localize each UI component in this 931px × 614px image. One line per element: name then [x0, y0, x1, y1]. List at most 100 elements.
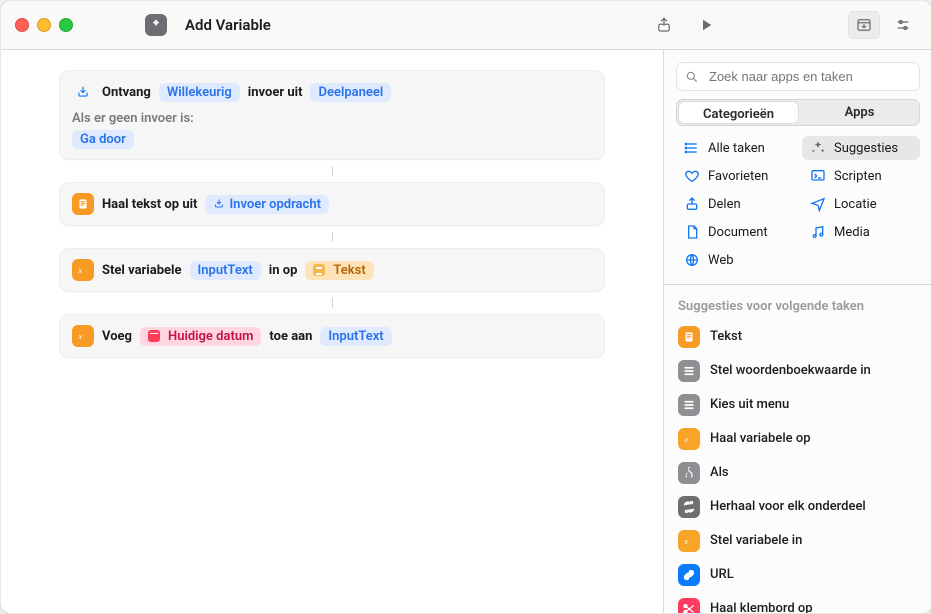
doc-icon [678, 326, 700, 348]
repeat-icon [678, 496, 700, 518]
suggestion-label: Haal variabele op [710, 431, 811, 446]
category-label: Favorieten [708, 169, 768, 184]
category-media[interactable]: Media [802, 220, 920, 244]
suggestion-setvar[interactable]: x Stel variabele in [664, 524, 931, 558]
setvar-label-b: in op [269, 263, 298, 278]
svg-text:x: x [683, 435, 688, 444]
segment-categories[interactable]: Categorieën [679, 102, 798, 123]
suggestions-heading: Suggesties voor volgende taken [678, 299, 918, 314]
minimize-window-button[interactable] [37, 18, 51, 32]
category-label: Scripten [834, 169, 882, 184]
category-label: Web [708, 253, 734, 268]
append-date-pill[interactable]: Huidige datum [140, 327, 261, 346]
share-button[interactable] [649, 12, 679, 38]
suggestion-label: Als [710, 465, 729, 480]
scissors-icon [678, 598, 700, 613]
divider [664, 284, 931, 285]
get-text-input-pill[interactable]: Invoer opdracht [205, 195, 329, 214]
receive-source-pill[interactable]: Deelpaneel [310, 83, 391, 102]
category-loc[interactable]: Locatie [802, 192, 920, 216]
doc-icon [72, 193, 94, 215]
suggestion-menu[interactable]: Kies uit menu [664, 388, 931, 422]
setvar-label-a: Stel variabele [102, 263, 182, 278]
fx-icon: x [72, 325, 94, 347]
setvar-name-pill[interactable]: InputText [190, 261, 261, 280]
connector [332, 232, 333, 242]
segmented-control[interactable]: Categorieën Apps [676, 99, 920, 126]
category-label: Locatie [834, 197, 877, 212]
suggestion-repeat[interactable]: Herhaal voor elk onderdeel [664, 490, 931, 524]
input-icon [213, 198, 225, 210]
doc-icon [684, 224, 700, 240]
run-button[interactable] [691, 12, 721, 38]
category-fav[interactable]: Favorieten [676, 164, 794, 188]
suggestion-label: Haal klembord op [710, 601, 813, 613]
suggestion-label: Herhaal voor elk onderdeel [710, 499, 866, 514]
continue-pill[interactable]: Ga door [72, 130, 134, 149]
connector [332, 298, 333, 308]
link-icon [678, 564, 700, 586]
suggestion-url[interactable]: URL [664, 558, 931, 592]
connector [332, 166, 333, 176]
receive-any-pill[interactable]: Willekeurig [159, 83, 240, 102]
categories-grid: Alle taken Suggesties Favorieten Scripten De… [676, 136, 920, 272]
get-text-label: Haal tekst op uit [102, 197, 197, 212]
category-label: Delen [708, 197, 741, 212]
library-toggle-button[interactable] [848, 11, 880, 39]
suggestion-clip[interactable]: Haal klembord op [664, 592, 931, 613]
window-controls [15, 18, 73, 32]
search-input[interactable] [707, 68, 911, 85]
sidebar-toolbar [848, 11, 918, 39]
svg-text:x: x [77, 266, 82, 275]
all-icon [684, 140, 700, 156]
app-window: Add Variable Ontvang [0, 0, 931, 614]
search-icon [685, 70, 699, 84]
share-icon [684, 196, 700, 212]
window-title: Add Variable [185, 16, 271, 34]
suggestion-getvar[interactable]: x Haal variabele op [664, 422, 931, 456]
category-script[interactable]: Scripten [802, 164, 920, 188]
suggestion-text[interactable]: Tekst [664, 320, 931, 354]
loc-icon [810, 196, 826, 212]
category-label: Suggesties [834, 141, 898, 156]
script-icon [810, 168, 826, 184]
inspector-toggle-button[interactable] [888, 12, 918, 38]
action-set-variable[interactable]: x Stel variabele InputText in op Tekst [59, 248, 605, 292]
zoom-window-button[interactable] [59, 18, 73, 32]
titlebar: Add Variable [1, 1, 931, 50]
category-share[interactable]: Delen [676, 192, 794, 216]
web-icon [684, 252, 700, 268]
action-receive[interactable]: Ontvang Willekeurig invoer uit Deelpanee… [59, 70, 605, 160]
setvar-value-pill[interactable]: Tekst [305, 261, 373, 280]
suggestion-dict[interactable]: Stel woordenboekwaarde in [664, 354, 931, 388]
fx-icon: x [678, 428, 700, 450]
append-target-pill[interactable]: InputText [320, 327, 391, 346]
category-all[interactable]: Alle taken [676, 136, 794, 160]
svg-text:x: x [683, 537, 688, 546]
branch-icon [678, 462, 700, 484]
suggestion-label: URL [710, 567, 734, 582]
category-label: Media [834, 225, 870, 240]
action-append[interactable]: x Voeg Huidige datum toe aan InputText [59, 314, 605, 358]
category-label: Alle taken [708, 141, 765, 156]
list-icon [678, 394, 700, 416]
category-sugg[interactable]: Suggesties [802, 136, 920, 160]
action-get-text[interactable]: Haal tekst op uit Invoer opdracht [59, 182, 605, 226]
suggestion-label: Stel variabele in [710, 533, 802, 548]
calendar-chip-icon [148, 330, 160, 342]
fav-icon [684, 168, 700, 184]
suggestion-label: Tekst [710, 329, 742, 344]
category-web[interactable]: Web [676, 248, 794, 272]
close-window-button[interactable] [15, 18, 29, 32]
fx-icon: x [678, 530, 700, 552]
suggestion-if[interactable]: Als [664, 456, 931, 490]
sugg-icon [810, 140, 826, 156]
shortcut-editor[interactable]: Ontvang Willekeurig invoer uit Deelpanee… [1, 50, 663, 613]
category-label: Document [708, 225, 768, 240]
category-doc[interactable]: Document [676, 220, 794, 244]
segment-apps[interactable]: Apps [800, 100, 919, 125]
svg-text:x: x [77, 332, 82, 341]
suggestion-label: Stel woordenboekwaarde in [710, 363, 871, 378]
search-field[interactable] [676, 62, 920, 91]
receive-prefix: Ontvang [102, 85, 151, 100]
